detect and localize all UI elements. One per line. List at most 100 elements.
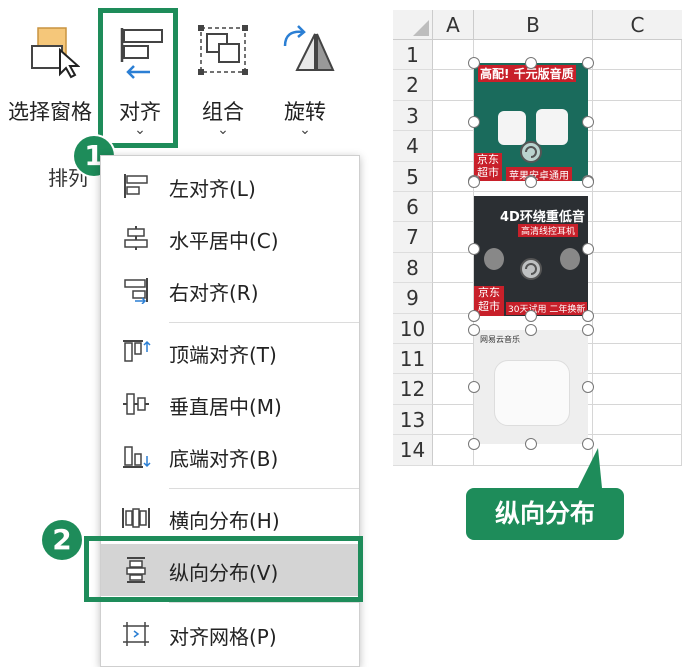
selection-handle[interactable] xyxy=(582,310,594,322)
cell[interactable] xyxy=(593,252,682,284)
image-2-headline: 4D环绕重低音 xyxy=(500,210,585,225)
selection-handle[interactable] xyxy=(582,176,594,188)
rotate-handle-icon xyxy=(520,141,542,163)
cell[interactable] xyxy=(433,161,474,192)
cell[interactable] xyxy=(593,344,682,375)
row-header[interactable]: 3 xyxy=(393,100,433,132)
row-header[interactable]: 8 xyxy=(393,252,433,284)
selection-handle[interactable] xyxy=(468,57,480,69)
cell[interactable] xyxy=(433,100,474,132)
distribute-vertical-callout: 纵向分布 xyxy=(466,488,624,540)
selection-handle[interactable] xyxy=(525,57,537,69)
row-header[interactable]: 10 xyxy=(393,313,433,344)
selection-handle[interactable] xyxy=(525,176,537,188)
selection-handle[interactable] xyxy=(582,243,594,255)
selection-handle[interactable] xyxy=(468,116,480,128)
selection-handle[interactable] xyxy=(582,57,594,69)
cell[interactable] xyxy=(593,404,682,436)
cell[interactable] xyxy=(593,374,682,405)
selection-handle[interactable] xyxy=(582,381,594,393)
menu-item-align-top[interactable]: 顶端对齐(T) xyxy=(101,326,359,378)
menu-item-align-right[interactable]: 右对齐(R) xyxy=(101,264,359,316)
align-right-icon xyxy=(124,278,148,304)
align-top-icon xyxy=(123,340,151,362)
menu-item-label: 右对齐(R) xyxy=(169,281,259,305)
group-caret: ⌄ xyxy=(217,122,229,138)
selection-pane-label: 选择窗格 xyxy=(8,100,92,124)
menu-item-label: 左对齐(L) xyxy=(169,177,256,201)
row-header[interactable]: 14 xyxy=(393,435,433,466)
selection-handle[interactable] xyxy=(525,324,537,336)
cell[interactable] xyxy=(593,222,682,253)
product-image-2[interactable]: 4D环绕重低音 高清线控耳机 京东 超市 30天试用 二年换新 xyxy=(474,196,588,316)
store-label-line1: 京东 xyxy=(477,153,499,166)
row-header[interactable]: 6 xyxy=(393,192,433,223)
cell[interactable] xyxy=(593,313,682,344)
selection-handle[interactable] xyxy=(468,176,480,188)
cell[interactable] xyxy=(433,131,474,162)
align-bottom-icon xyxy=(123,446,151,468)
product-image-1[interactable]: 高配! 千元版音质 京东 超市 苹果安卓通用 xyxy=(474,63,588,181)
menu-item-align-center[interactable]: 水平居中(C) xyxy=(101,212,359,264)
product-image-3[interactable]: 网易云音乐 xyxy=(474,330,588,444)
align-highlight-frame xyxy=(98,8,178,148)
align-middle-icon xyxy=(123,393,149,415)
cell[interactable] xyxy=(433,344,474,375)
selection-handle[interactable] xyxy=(582,116,594,128)
row-header[interactable]: 7 xyxy=(393,222,433,253)
cell[interactable] xyxy=(593,283,682,314)
image-3-brand: 网易云音乐 xyxy=(480,335,520,344)
cell[interactable] xyxy=(433,70,474,101)
distribute-horizontal-icon xyxy=(122,508,150,528)
image-2-footer: 30天试用 二年换新 xyxy=(506,302,588,315)
rotate-button[interactable]: 旋转 ⌄ xyxy=(265,14,345,138)
row-header[interactable]: 5 xyxy=(393,161,433,192)
selection-handle[interactable] xyxy=(468,381,480,393)
step-2-badge: 2 xyxy=(42,520,82,560)
rotate-handle-icon xyxy=(520,258,542,280)
store-label-line1: 京东 xyxy=(478,286,500,299)
group-button[interactable]: 组合 ⌄ xyxy=(183,14,263,138)
cell[interactable] xyxy=(433,192,474,223)
row-header[interactable]: 12 xyxy=(393,374,433,405)
align-left-icon xyxy=(124,174,148,198)
row-header[interactable]: 2 xyxy=(393,70,433,101)
cell[interactable] xyxy=(593,70,682,101)
menu-item-align-bottom[interactable]: 底端对齐(B) xyxy=(101,430,359,482)
row-header[interactable]: 11 xyxy=(393,344,433,375)
menu-item-snap-to-grid[interactable]: 对齐网格(P) xyxy=(101,608,359,660)
row-header[interactable]: 4 xyxy=(393,131,433,162)
cell[interactable] xyxy=(433,404,474,436)
cell[interactable] xyxy=(593,40,682,71)
menu-separator xyxy=(169,602,359,603)
menu-item-align-left[interactable]: 左对齐(L) xyxy=(101,160,359,212)
selection-handle[interactable] xyxy=(582,324,594,336)
cell[interactable] xyxy=(433,252,474,284)
selection-handle[interactable] xyxy=(468,310,480,322)
menu-item-label: 对齐网格(P) xyxy=(169,625,277,649)
row-header[interactable]: 13 xyxy=(393,404,433,436)
column-header-c[interactable]: C xyxy=(593,10,682,40)
selection-handle[interactable] xyxy=(468,324,480,336)
column-header-b[interactable]: B xyxy=(474,10,593,40)
cell[interactable] xyxy=(433,435,474,466)
column-header-a[interactable]: A xyxy=(433,10,474,40)
group-icon xyxy=(198,25,248,75)
selection-handle[interactable] xyxy=(468,438,480,450)
menu-separator xyxy=(169,322,359,323)
cell[interactable] xyxy=(593,161,682,192)
cell[interactable] xyxy=(593,192,682,223)
selection-handle[interactable] xyxy=(468,243,480,255)
select-all-corner[interactable] xyxy=(393,10,433,40)
image-2-subline: 高清线控耳机 xyxy=(518,224,579,237)
selection-pane-button[interactable]: 选择窗格 xyxy=(2,14,98,134)
selection-handle[interactable] xyxy=(525,438,537,450)
menu-item-align-middle[interactable]: 垂直居中(M) xyxy=(101,378,359,430)
cell[interactable] xyxy=(593,100,682,132)
cell[interactable] xyxy=(593,131,682,162)
cell[interactable] xyxy=(433,283,474,314)
selection-handle[interactable] xyxy=(525,310,537,322)
row-header[interactable]: 1 xyxy=(393,40,433,71)
rotate-icon xyxy=(283,25,335,71)
row-header[interactable]: 9 xyxy=(393,283,433,314)
